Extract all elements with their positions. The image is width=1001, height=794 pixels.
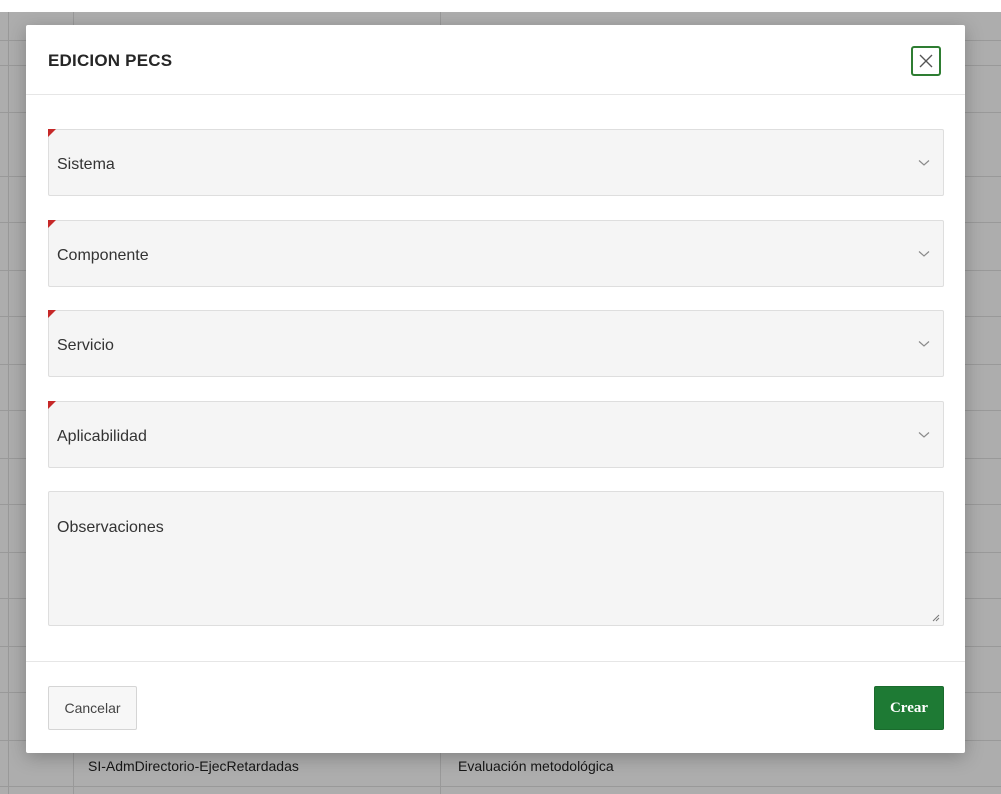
dialog-title: EDICION PECS (48, 51, 173, 70)
chevron-down-icon (918, 251, 930, 257)
background-top-strip (0, 0, 1001, 12)
close-button[interactable] (911, 46, 941, 76)
create-button[interactable]: Crear (874, 686, 944, 730)
componente-select[interactable]: Componente (48, 220, 944, 287)
chevron-down-icon (918, 432, 930, 438)
componente-label: Componente (57, 247, 149, 264)
resize-handle-icon[interactable] (932, 614, 940, 622)
servicio-label: Servicio (57, 337, 114, 354)
required-marker (48, 220, 56, 228)
chevron-down-icon (918, 160, 930, 166)
cancel-button[interactable]: Cancelar (48, 686, 137, 730)
close-icon (919, 54, 933, 68)
dialog-header: EDICION PECS (26, 25, 965, 95)
aplicabilidad-select[interactable]: Aplicabilidad (48, 401, 944, 468)
required-marker (48, 129, 56, 137)
edit-pecs-dialog: EDICION PECS Sistema Componente Servicio… (26, 25, 965, 753)
required-marker (48, 401, 56, 409)
servicio-select[interactable]: Servicio (48, 310, 944, 377)
required-marker (48, 310, 56, 318)
observaciones-textarea[interactable]: Observaciones (48, 491, 944, 626)
sistema-select[interactable]: Sistema (48, 129, 944, 196)
dialog-footer: Cancelar Crear (26, 661, 965, 753)
sistema-label: Sistema (57, 156, 115, 173)
observaciones-label: Observaciones (57, 519, 164, 536)
aplicabilidad-label: Aplicabilidad (57, 428, 147, 445)
chevron-down-icon (918, 341, 930, 347)
